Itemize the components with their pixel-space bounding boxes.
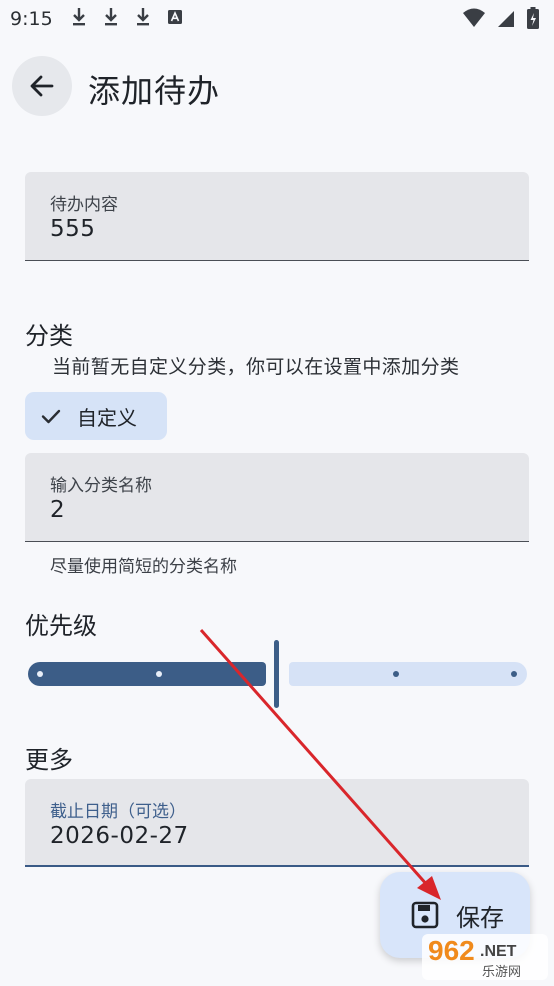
status-bar: 9:15 bbox=[0, 0, 554, 40]
todo-content-value: 555 bbox=[50, 216, 96, 242]
slider-thumb[interactable] bbox=[274, 640, 279, 708]
slider-tick bbox=[156, 671, 162, 677]
download-icon bbox=[137, 8, 149, 26]
download-icon bbox=[73, 8, 85, 26]
category-info-text: 当前暂无自定义分类，你可以在设置中添加分类 bbox=[52, 356, 460, 378]
arrow-back-icon bbox=[30, 75, 54, 97]
signal-icon bbox=[498, 11, 514, 27]
category-name-field[interactable]: 输入分类名称 2 bbox=[25, 453, 529, 542]
status-time: 9:15 bbox=[10, 8, 53, 30]
slider-tick bbox=[37, 671, 43, 677]
save-label: 保存 bbox=[456, 903, 504, 932]
priority-slider[interactable] bbox=[25, 638, 529, 708]
category-helper-text: 尽量使用简短的分类名称 bbox=[50, 557, 237, 577]
todo-content-label: 待办内容 bbox=[50, 195, 118, 215]
watermark-logo: 962 .NET 乐游网 bbox=[422, 934, 548, 980]
save-icon bbox=[411, 901, 439, 929]
slider-tick bbox=[511, 671, 517, 677]
todo-content-field[interactable]: 待办内容 555 bbox=[25, 172, 529, 261]
deadline-field[interactable]: 截止日期（可选） 2026-02-27 bbox=[25, 779, 529, 867]
download-icon bbox=[105, 8, 117, 26]
chip-label: 自定义 bbox=[77, 405, 137, 430]
priority-title: 优先级 bbox=[25, 612, 97, 640]
svg-text:962: 962 bbox=[428, 935, 475, 966]
deadline-label: 截止日期（可选） bbox=[50, 802, 186, 822]
slider-tick bbox=[393, 671, 399, 677]
page-title: 添加待办 bbox=[88, 72, 221, 110]
svg-text:.NET: .NET bbox=[480, 943, 517, 960]
category-name-label: 输入分类名称 bbox=[50, 476, 152, 496]
more-title: 更多 bbox=[25, 746, 73, 774]
slider-active-track bbox=[28, 662, 266, 686]
status-system-icons bbox=[462, 6, 540, 30]
site-watermark: 962 .NET 乐游网 bbox=[420, 930, 550, 982]
status-notification-icons bbox=[70, 6, 184, 28]
custom-category-chip[interactable]: 自定义 bbox=[25, 392, 167, 440]
back-button[interactable] bbox=[12, 56, 72, 116]
a-icon bbox=[168, 10, 182, 24]
wifi-icon bbox=[463, 8, 485, 27]
category-name-value: 2 bbox=[50, 497, 66, 523]
svg-text:乐游网: 乐游网 bbox=[482, 965, 521, 980]
slider-inactive-track bbox=[289, 662, 527, 686]
check-icon bbox=[41, 409, 61, 424]
battery-icon bbox=[527, 7, 539, 29]
deadline-value: 2026-02-27 bbox=[50, 823, 189, 849]
category-title: 分类 bbox=[25, 322, 73, 350]
